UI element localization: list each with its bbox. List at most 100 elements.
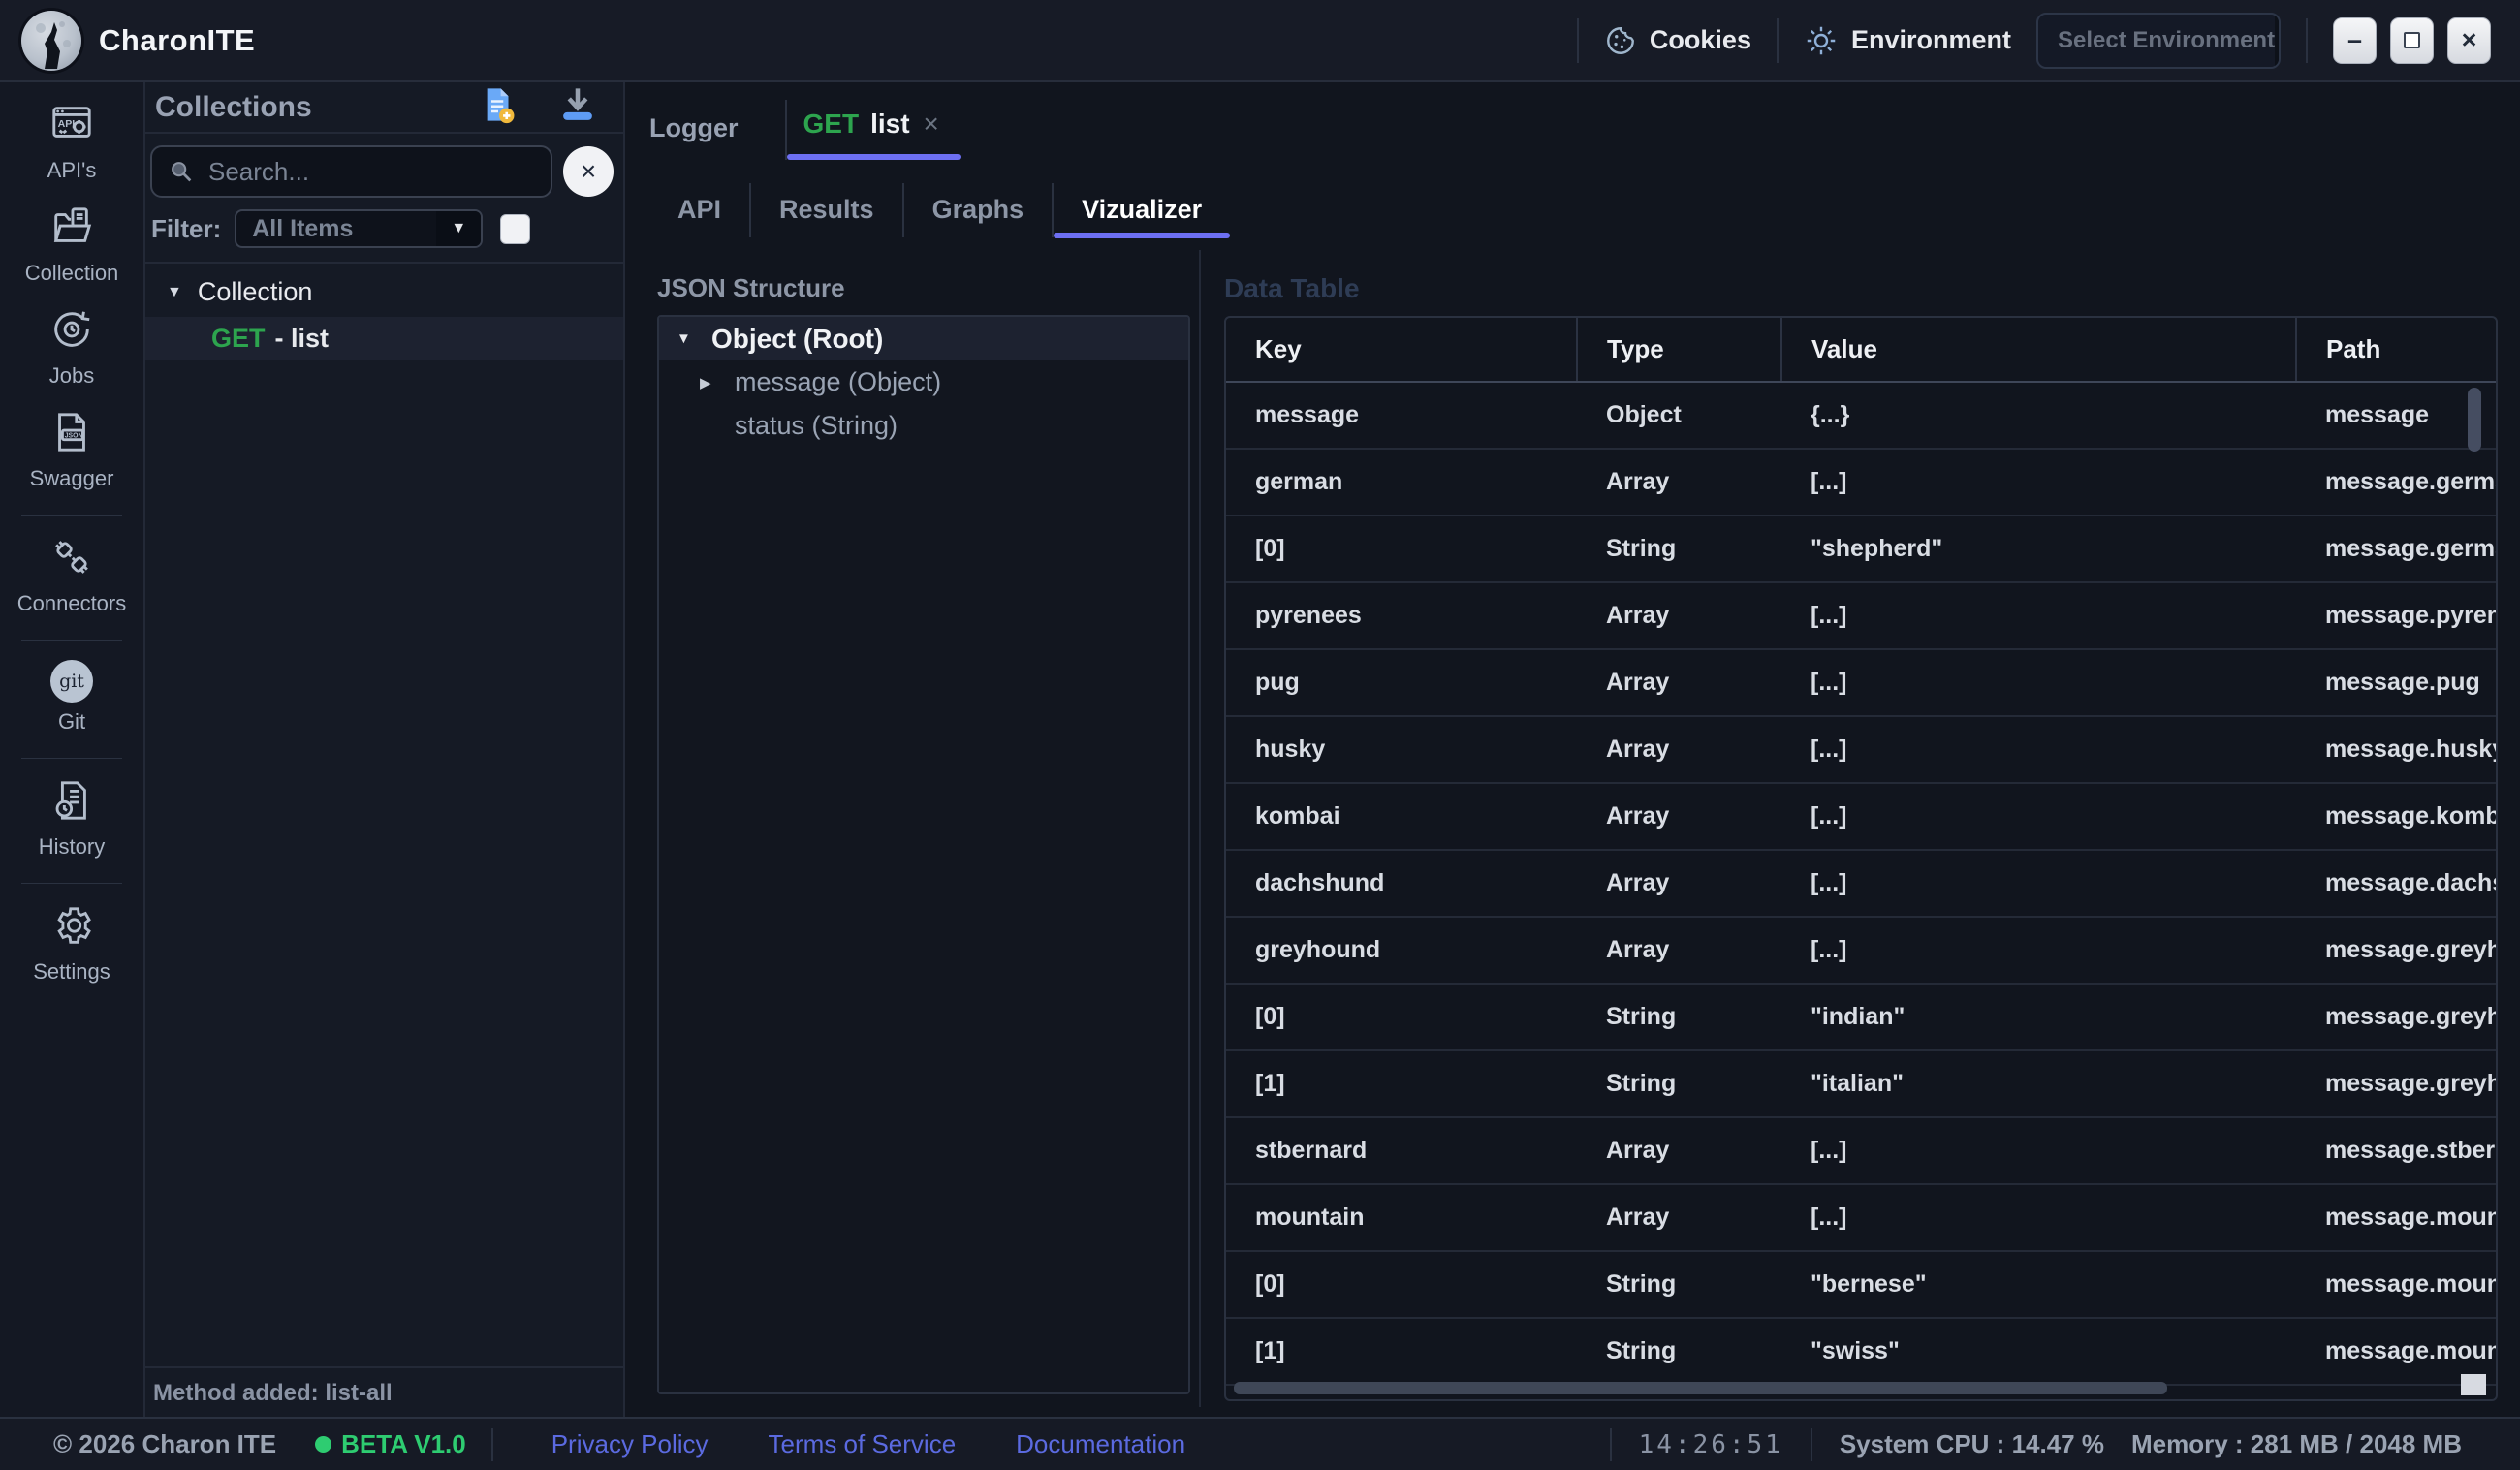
json-node-message[interactable]: ▶message (Object)	[659, 360, 1188, 404]
environment-button[interactable]: Environment	[1804, 23, 2011, 58]
chevron-down-icon: ▼	[2275, 15, 2281, 67]
sidebar-item-connectors[interactable]: Connectors	[17, 535, 127, 616]
cell-path: message.kombai	[2296, 783, 2496, 850]
clock-text: 14:26:51	[1639, 1430, 1783, 1459]
filter-checkbox[interactable]	[500, 214, 530, 244]
table-row[interactable]: stbernardArray[...]message.stbernard	[1226, 1117, 2496, 1184]
json-node-label: status (String)	[735, 411, 898, 441]
footer-divider	[1610, 1428, 1612, 1461]
search-placeholder: Search...	[208, 157, 309, 187]
table-row[interactable]: dachshundArray[...]message.dachshund	[1226, 850, 2496, 917]
json-node-status[interactable]: status (String)	[659, 404, 1188, 448]
cell-value: "shepherd"	[1781, 516, 2296, 582]
cookie-icon	[1604, 24, 1637, 57]
minimize-icon: –	[2347, 27, 2362, 53]
table-row[interactable]: greyhoundArray[...]message.greyhound	[1226, 917, 2496, 984]
search-icon	[168, 158, 195, 185]
sidebar-item-collection[interactable]: Collection	[25, 204, 119, 286]
cell-value: "indian"	[1781, 984, 2296, 1050]
table-row[interactable]: [0]String"bernese"message.mountain[0]	[1226, 1251, 2496, 1318]
horizontal-scrollbar[interactable]	[1234, 1382, 2167, 1394]
sidebar-item-swagger[interactable]: JSONSwagger	[30, 410, 114, 491]
table-row[interactable]: [1]String"swiss"message.mountain[1]	[1226, 1318, 2496, 1385]
cell-value: [...]	[1781, 850, 2296, 917]
new-collection-button[interactable]	[478, 84, 519, 130]
table-header-row: Key Type Value Path	[1226, 318, 2496, 382]
maximize-button[interactable]	[2390, 17, 2434, 64]
cell-path: message.husky	[2296, 716, 2496, 783]
cell-path: message	[2296, 382, 2496, 449]
collections-panel: Collections	[145, 82, 625, 1417]
sidebar-item-history[interactable]: History	[39, 778, 105, 860]
close-icon: ×	[2462, 27, 2477, 53]
tab-vizualizer[interactable]: Vizualizer	[1054, 176, 1230, 244]
beta-badge: BETA V1.0	[315, 1429, 466, 1459]
close-button[interactable]: ×	[2447, 17, 2491, 64]
collections-title: Collections	[155, 91, 478, 124]
top-bar: CharonITE Cookies Environment S	[0, 0, 2520, 82]
import-collection-button[interactable]	[557, 84, 598, 130]
cell-type: String	[1577, 984, 1781, 1050]
table-row[interactable]: huskyArray[...]message.husky	[1226, 716, 2496, 783]
table-row[interactable]: kombaiArray[...]message.kombai	[1226, 783, 2496, 850]
cell-path: message.greyhound[1]	[2296, 1050, 2496, 1117]
chevron-down-icon: ▼	[436, 211, 481, 246]
table-row[interactable]: pugArray[...]message.pug	[1226, 649, 2496, 716]
tab-get-list[interactable]: GET list ×	[787, 96, 961, 160]
collection-group[interactable]: ▼ Collection	[145, 277, 623, 317]
cell-value: "italian"	[1781, 1050, 2296, 1117]
tab-request-name: list	[870, 109, 909, 140]
sidebar-divider	[21, 883, 122, 884]
footer-link-privacy-policy[interactable]: Privacy Policy	[551, 1429, 709, 1459]
table-row[interactable]: [0]String"shepherd"message.german[0]	[1226, 516, 2496, 582]
sidebar-item-git[interactable]: gitGit	[50, 660, 93, 735]
data-table-title: Data Table	[1224, 273, 2498, 304]
topbar-divider	[1777, 18, 1779, 63]
cell-key: stbernard	[1226, 1117, 1577, 1184]
request-name: - list	[275, 324, 330, 354]
sidebar-item-label: Connectors	[17, 591, 127, 616]
cookies-button[interactable]: Cookies	[1604, 24, 1751, 57]
json-node-object[interactable]: ▼Object (Root)	[659, 317, 1188, 360]
tab-logger[interactable]: Logger	[649, 113, 785, 143]
table-row[interactable]: messageObject{...}message	[1226, 382, 2496, 449]
sidebar-item-settings[interactable]: Settings	[33, 903, 110, 985]
vertical-scrollbar[interactable]	[2468, 388, 2481, 452]
tab-graphs[interactable]: Graphs	[904, 176, 1053, 244]
filter-select[interactable]: All Items ▼	[235, 209, 483, 248]
cell-type: Array	[1577, 449, 1781, 516]
cell-path: message.pug	[2296, 649, 2496, 716]
chevron-down-icon: ▼	[167, 284, 182, 301]
clear-search-button[interactable]: ×	[563, 146, 614, 197]
data-table: Key Type Value Path messageObject{...}me…	[1224, 316, 2498, 1401]
table-row[interactable]: pyreneesArray[...]message.pyrenees	[1226, 582, 2496, 649]
close-tab-icon[interactable]: ×	[924, 109, 939, 140]
request-item-get-list[interactable]: GET - list	[145, 317, 623, 360]
search-input[interactable]: Search...	[150, 145, 552, 198]
sidebar-divider	[21, 758, 122, 759]
cell-path: message.german[0]	[2296, 516, 2496, 582]
column-header-path: Path	[2296, 318, 2496, 382]
status-message: Method added: list-all	[145, 1366, 623, 1417]
footer-link-documentation[interactable]: Documentation	[1016, 1429, 1185, 1459]
cell-path: message.pyrenees	[2296, 582, 2496, 649]
environment-select[interactable]: Select Environment ▼	[2036, 13, 2281, 69]
minimize-button[interactable]: –	[2333, 17, 2377, 64]
apis-icon: API	[49, 102, 94, 151]
tab-results[interactable]: Results	[751, 176, 902, 244]
footer-link-terms-of-service[interactable]: Terms of Service	[769, 1429, 957, 1459]
table-row[interactable]: germanArray[...]message.german	[1226, 449, 2496, 516]
sidebar-item-label: Git	[58, 709, 85, 735]
table-row[interactable]: [1]String"italian"message.greyhound[1]	[1226, 1050, 2496, 1117]
tab-api[interactable]: API	[649, 176, 749, 244]
memory-usage-text: Memory : 281 MB / 2048 MB	[2131, 1429, 2462, 1459]
table-row[interactable]: mountainArray[...]message.mountain	[1226, 1184, 2496, 1251]
table-row[interactable]: [0]String"indian"message.greyhound[0]	[1226, 984, 2496, 1050]
sidebar-item-jobs[interactable]: Jobs	[49, 307, 94, 389]
cell-type: Array	[1577, 917, 1781, 984]
sidebar-item-apis[interactable]: APIAPI's	[47, 102, 97, 183]
cell-value: [...]	[1781, 917, 2296, 984]
footer-divider	[491, 1428, 493, 1461]
cpu-usage-text: System CPU : 14.47 %	[1840, 1429, 2104, 1459]
app-logo-moon-wolf-icon	[21, 11, 81, 71]
